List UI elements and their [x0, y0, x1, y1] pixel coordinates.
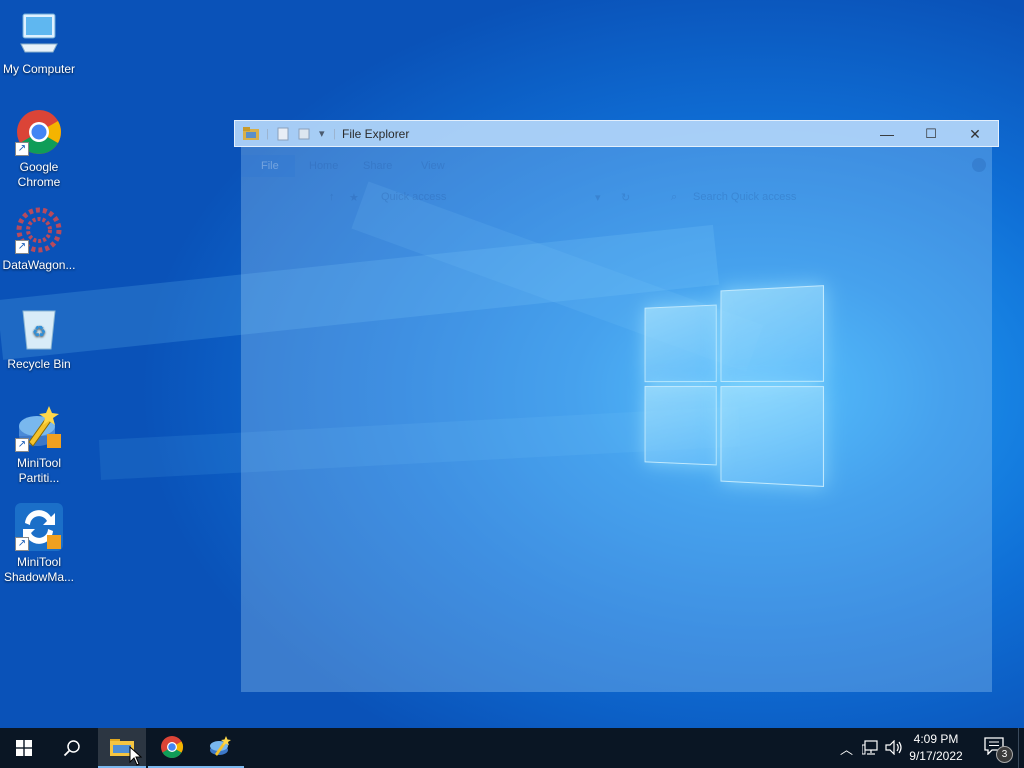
taskbar-google-chrome[interactable]	[148, 728, 196, 768]
datawagon-icon: ↗	[15, 206, 63, 254]
svg-text:♻: ♻	[32, 322, 46, 341]
volume-icon[interactable]	[885, 740, 903, 755]
taskbar: ︿ 4:09 PM 9/17/2022 3	[0, 728, 1024, 768]
close-button[interactable]: ✕	[953, 121, 997, 147]
desktop-icon-label: MiniTool ShadowMa...	[3, 555, 75, 584]
show-desktop-button[interactable]	[1018, 728, 1024, 768]
star-icon: ★	[349, 192, 359, 204]
shortcut-arrow-icon: ↗	[15, 537, 29, 551]
up-arrow-icon[interactable]: ↑	[329, 191, 335, 203]
minimize-button[interactable]: —	[865, 121, 909, 147]
search-icon: ⌕	[671, 191, 678, 203]
clock-time: 4:09 PM	[913, 732, 959, 746]
search-icon	[63, 740, 80, 757]
desktop-icon-label: My Computer	[2, 62, 76, 76]
start-button[interactable]	[0, 728, 48, 768]
maximize-button[interactable]: ☐	[909, 121, 953, 147]
folder-icon	[243, 127, 259, 141]
computer-icon	[15, 10, 63, 58]
shortcut-arrow-icon: ↗	[15, 240, 29, 254]
ribbon-tab-home[interactable]: Home	[309, 160, 338, 172]
ribbon-tab-view[interactable]: View	[421, 160, 445, 172]
help-icon[interactable]	[972, 158, 986, 172]
chrome-icon	[161, 736, 183, 758]
explorer-title-bar[interactable]: | ▾ | File Explorer — ☐ ✕	[234, 120, 999, 147]
show-hidden-icons-chevron-icon[interactable]: ︿	[840, 739, 853, 758]
desktop: My Computer ↗ Google Chrome ↗ DataWagon.…	[0, 0, 1024, 728]
desktop-icon-minitool-partition[interactable]: ↗ MiniTool Partiti...	[0, 404, 78, 486]
new-folder-icon[interactable]	[298, 127, 310, 141]
ribbon-tab-share[interactable]: Share	[363, 160, 392, 172]
window-title: File Explorer	[342, 127, 410, 141]
search-button[interactable]	[48, 728, 96, 768]
recycle-bin-icon: ♻	[15, 305, 63, 353]
desktop-icon-label: Recycle Bin	[7, 357, 71, 371]
address-bar[interactable]: Quick access	[381, 191, 446, 203]
search-box[interactable]: Search Quick access	[693, 191, 796, 203]
desktop-icon-recycle-bin[interactable]: ♻ Recycle Bin	[0, 305, 78, 372]
shortcut-arrow-icon: ↗	[15, 438, 29, 452]
mouse-cursor-icon	[129, 746, 143, 766]
minitool-shadowmaker-icon: ↗	[15, 503, 63, 551]
ribbon-tab-file[interactable]: File	[261, 160, 279, 172]
properties-icon[interactable]	[277, 127, 289, 141]
separator: |	[333, 128, 336, 140]
taskbar-minitool-partition[interactable]	[196, 728, 244, 768]
separator: |	[266, 128, 269, 140]
explorer-content: File Home Share View ↑ ★ Quick access ▾ …	[241, 147, 992, 692]
shortcut-arrow-icon: ↗	[15, 142, 29, 156]
clock[interactable]: 4:09 PM 9/17/2022	[906, 731, 966, 765]
desktop-icon-my-computer[interactable]: My Computer	[0, 10, 78, 77]
windows-start-icon	[16, 740, 32, 756]
desktop-icon-google-chrome[interactable]: ↗ Google Chrome	[0, 108, 78, 190]
chrome-icon: ↗	[15, 108, 63, 156]
quick-access-dropdown-icon[interactable]: ▾	[319, 127, 325, 141]
network-icon[interactable]	[862, 740, 878, 755]
desktop-icon-label: DataWagon...	[2, 258, 76, 272]
file-explorer-window[interactable]: | ▾ | File Explorer — ☐ ✕ File Home Shar…	[234, 120, 999, 692]
refresh-icon[interactable]: ↻	[621, 191, 630, 204]
address-dropdown-icon[interactable]: ▾	[595, 191, 601, 204]
action-center-button[interactable]: 3	[984, 737, 1013, 763]
minitool-partition-icon: ↗	[15, 404, 63, 452]
desktop-icon-label: Google Chrome	[17, 160, 61, 189]
minitool-partition-icon	[210, 736, 231, 756]
desktop-icon-label: MiniTool Partiti...	[16, 456, 61, 485]
clock-date: 9/17/2022	[909, 749, 963, 763]
notification-count-badge: 3	[996, 746, 1013, 763]
desktop-icon-minitool-shadowmaker[interactable]: ↗ MiniTool ShadowMa...	[0, 503, 78, 585]
desktop-icon-datawagon[interactable]: ↗ DataWagon...	[0, 206, 78, 273]
